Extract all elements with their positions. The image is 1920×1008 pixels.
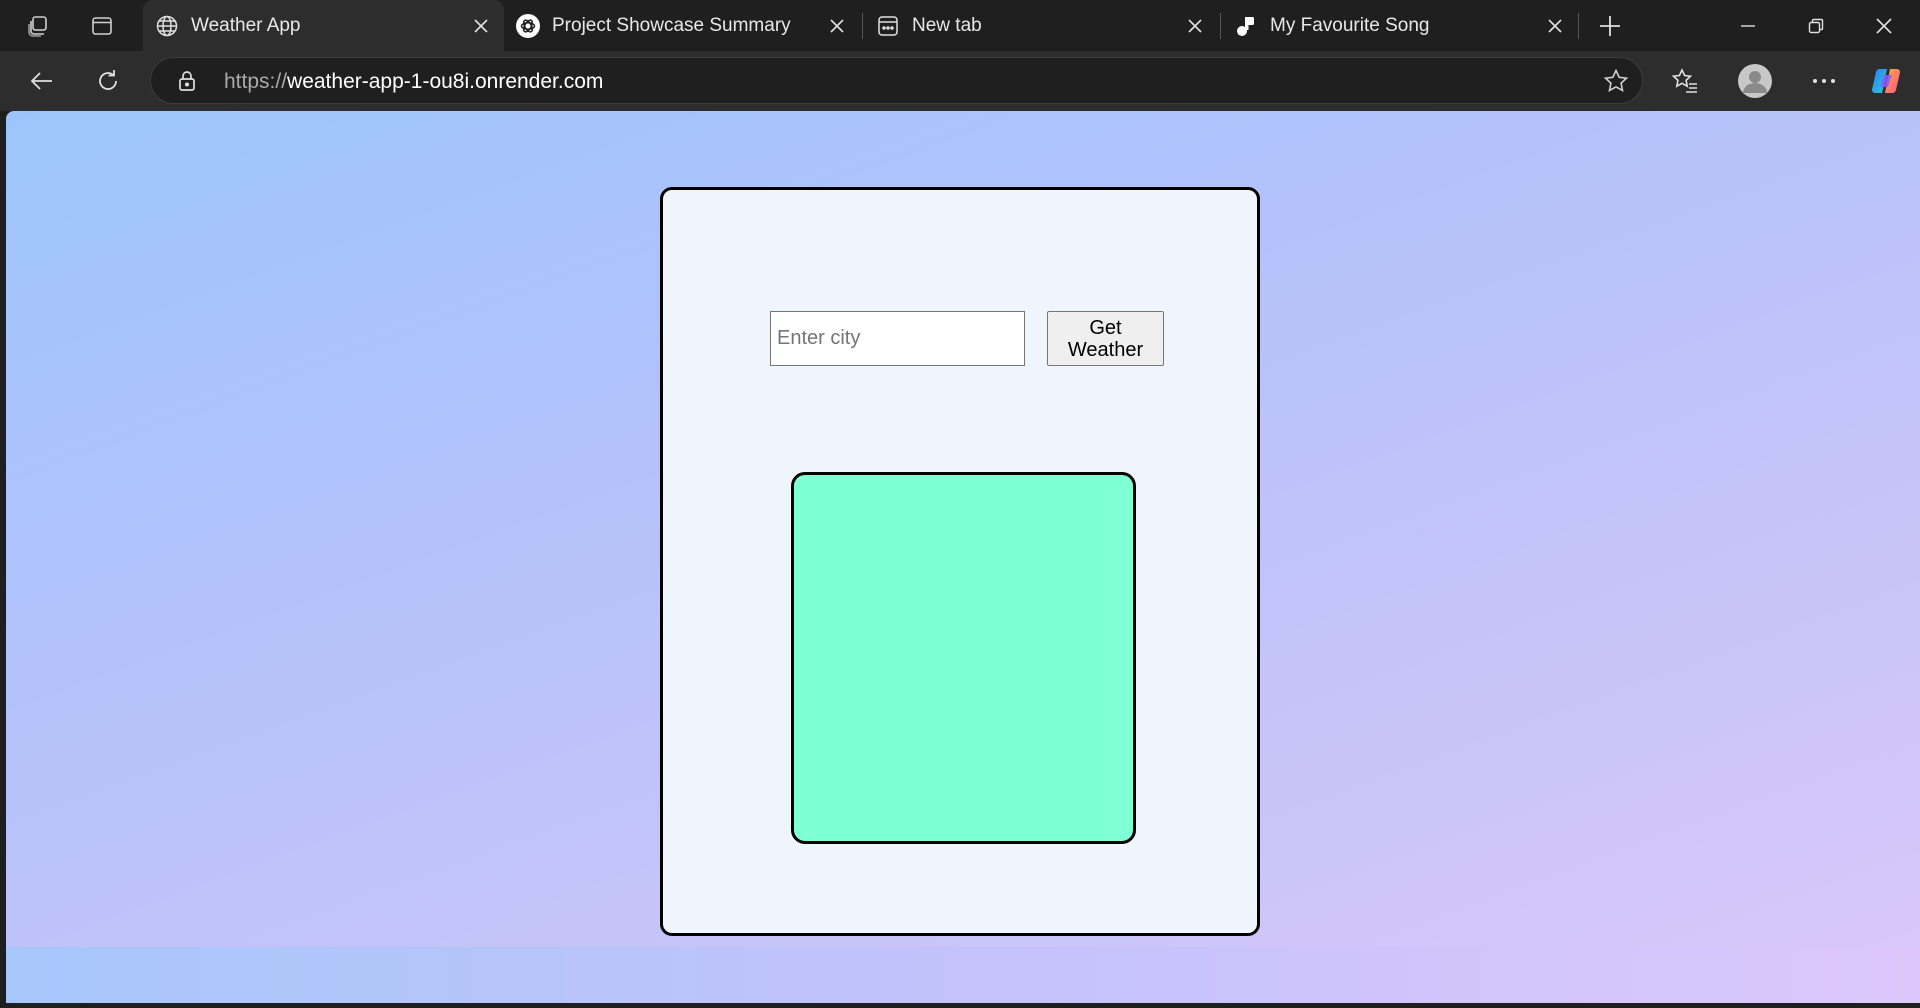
close-icon[interactable]: [1182, 13, 1208, 39]
tab-separator: [862, 13, 863, 39]
tab-new-tab[interactable]: New tab: [864, 0, 1218, 51]
tab-title: My Favourite Song: [1270, 15, 1430, 36]
tab-separator: [1578, 13, 1579, 39]
tab-project-showcase[interactable]: Project Showcase Summary: [504, 0, 860, 51]
weather-result-box: [791, 472, 1136, 844]
url-scheme: https://: [224, 70, 288, 93]
tab-title: Project Showcase Summary: [552, 15, 791, 36]
copilot-icon[interactable]: [1864, 59, 1908, 103]
refresh-icon[interactable]: [86, 59, 130, 103]
restore-icon[interactable]: [1782, 0, 1850, 51]
favorite-star-icon[interactable]: [1602, 67, 1630, 95]
tab-title: Weather App: [191, 15, 301, 36]
close-icon[interactable]: [1542, 13, 1568, 39]
music-note-icon: [1233, 13, 1259, 39]
url-host: weather-app-1-ou8i.onrender.com: [287, 70, 604, 93]
tab-strip: Weather App Project Showcase Summary New…: [0, 0, 1920, 51]
chatgpt-icon: [515, 13, 541, 39]
workspaces-icon[interactable]: [18, 6, 58, 46]
tab-title: New tab: [912, 15, 982, 36]
favorites-icon[interactable]: [1663, 59, 1707, 103]
lock-icon[interactable]: [175, 69, 199, 93]
page-footer-band: [6, 947, 1920, 1003]
newtab-icon: [875, 13, 901, 39]
url-text[interactable]: https://weather-app-1-ou8i.onrender.com: [224, 70, 603, 94]
new-tab-plus-icon[interactable]: [1590, 6, 1630, 46]
tab-my-favourite-song[interactable]: My Favourite Song: [1222, 0, 1578, 51]
close-icon[interactable]: [468, 13, 494, 39]
tab-actions-icon[interactable]: [82, 6, 122, 46]
close-window-icon[interactable]: [1850, 0, 1918, 51]
browser-toolbar: https://weather-app-1-ou8i.onrender.com: [0, 51, 1920, 111]
page-viewport: Get Weather: [6, 111, 1920, 1003]
more-options-icon[interactable]: [1802, 59, 1846, 103]
profile-avatar-icon[interactable]: [1733, 59, 1777, 103]
close-icon[interactable]: [824, 13, 850, 39]
get-weather-button[interactable]: Get Weather: [1047, 311, 1164, 366]
address-bar[interactable]: https://weather-app-1-ou8i.onrender.com: [150, 57, 1643, 104]
back-arrow-icon[interactable]: [20, 59, 64, 103]
city-input[interactable]: [770, 311, 1025, 366]
tab-separator: [1220, 13, 1221, 39]
globe-icon: [154, 13, 180, 39]
tab-weather-app[interactable]: Weather App: [143, 0, 504, 51]
minimize-icon[interactable]: [1714, 0, 1782, 51]
weather-card: Get Weather: [660, 187, 1260, 936]
